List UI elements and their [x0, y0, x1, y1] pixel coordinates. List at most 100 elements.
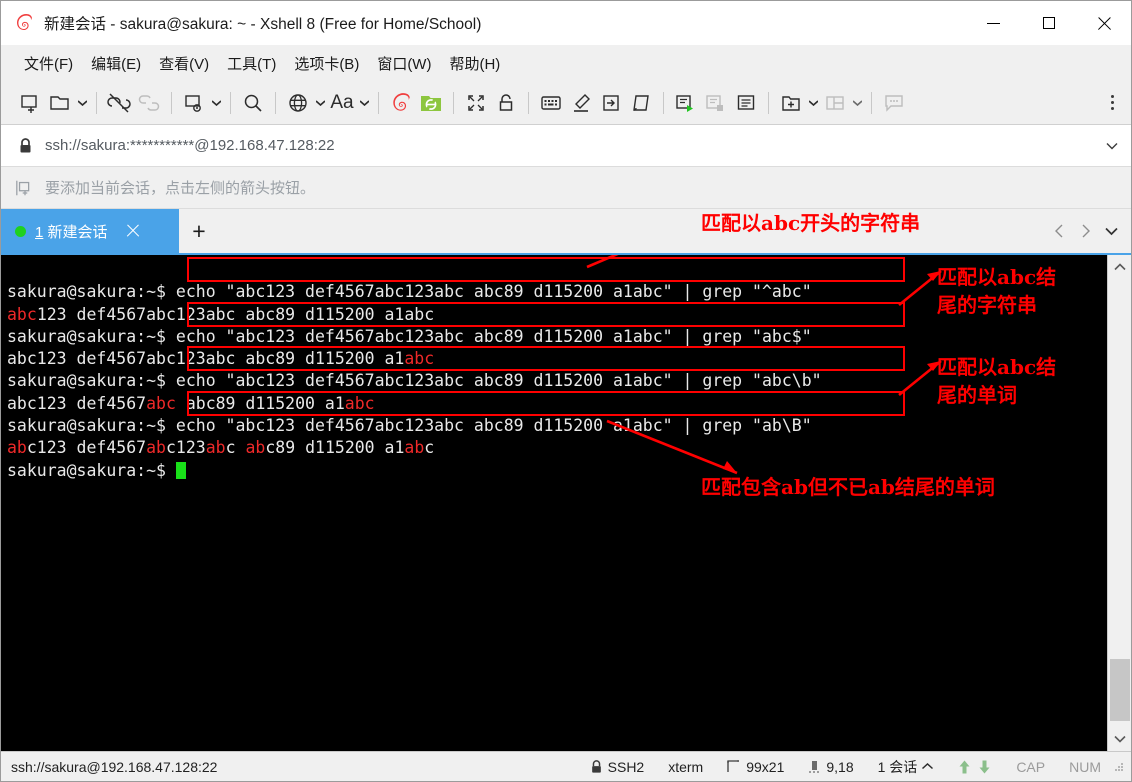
resize-grip-icon[interactable] — [1113, 761, 1125, 773]
run-script-button[interactable] — [671, 86, 701, 120]
stop-script-button[interactable] — [701, 86, 731, 120]
send-key-icon — [603, 94, 619, 111]
disconnect-button[interactable] — [104, 86, 134, 120]
scrollbar-thumb[interactable] — [1109, 659, 1130, 721]
toolbar-overflow-button[interactable] — [1099, 86, 1125, 120]
terminal-command: echo "abc123 def4567abc123abc abc89 d115… — [175, 416, 812, 436]
find-button[interactable] — [238, 86, 268, 120]
toolbar-separator — [453, 91, 454, 114]
status-num-lock: NUM — [1057, 759, 1113, 775]
add-session-hint-bar: 要添加当前会话，点击左侧的箭头按钮。 — [1, 167, 1131, 209]
toolbar-separator — [528, 91, 529, 114]
font-size-dropdown[interactable] — [357, 99, 371, 106]
connected-dot-icon — [15, 225, 26, 237]
maximize-icon — [1042, 17, 1055, 29]
menu-tab[interactable]: 选项卡(B) — [285, 49, 368, 78]
menu-help[interactable]: 帮助(H) — [440, 49, 509, 78]
fullscreen-icon — [468, 94, 484, 111]
status-terminal-type: xterm — [656, 759, 715, 775]
new-session-button[interactable] — [15, 86, 45, 120]
output-text: c123 def4567 — [26, 438, 147, 458]
output-text: c — [424, 438, 435, 458]
arrow-down-icon — [979, 760, 990, 773]
kebab-menu-icon — [1110, 101, 1114, 104]
chevron-left-icon — [1054, 224, 1062, 238]
reconnect-button[interactable] — [134, 86, 164, 120]
toolbar-separator — [230, 91, 231, 114]
add-tab-button[interactable] — [776, 86, 806, 120]
tab-close-icon[interactable] — [124, 222, 142, 240]
font-size-button[interactable]: Aa — [327, 86, 357, 120]
terminal-line: abc123 def4567abc123abc abc89 d115200 a1… — [7, 305, 434, 324]
split-layout-button[interactable] — [820, 86, 850, 120]
output-text: c89 d115200 a1 — [265, 438, 405, 458]
scroll-down-button[interactable] — [1108, 727, 1132, 751]
xshell-button[interactable] — [386, 86, 416, 120]
tab-prev-button[interactable] — [1047, 218, 1071, 244]
new-session-icon — [21, 94, 37, 113]
lock-button[interactable] — [491, 86, 521, 120]
address-dropdown-button[interactable] — [1099, 131, 1125, 161]
highlight-button[interactable] — [566, 86, 596, 120]
annotation-contains-ab-not-ending: 匹配包含ab但不已ab结尾的单词 — [701, 475, 995, 499]
menu-file[interactable]: 文件(F) — [15, 49, 82, 78]
open-session-button[interactable] — [45, 86, 75, 120]
run-script-icon — [676, 94, 693, 112]
new-tab-button[interactable]: + — [179, 209, 219, 253]
terminal-line: sakura@sakura:~$ echo "abc123 def4567abc… — [7, 371, 822, 390]
menu-view[interactable]: 查看(V) — [150, 49, 218, 78]
split-layout-dropdown[interactable] — [850, 99, 864, 106]
session-properties-button[interactable] — [179, 86, 209, 120]
tab-next-button[interactable] — [1073, 218, 1097, 244]
status-num-text: NUM — [1069, 758, 1101, 775]
terminal-line: abc123 def4567abc abc89 d115200 a1abc — [7, 394, 375, 413]
toolbar-separator — [171, 91, 172, 114]
close-button[interactable] — [1076, 1, 1131, 45]
status-bar: ssh://sakura@192.168.47.128:22 SSH2 xter… — [1, 751, 1131, 781]
output-text: c123 — [165, 438, 206, 458]
terminal-line: abc123 def4567abc123abc abc89 d115200 a1… — [7, 349, 434, 368]
terminal-command: echo "abc123 def4567abc123abc abc89 d115… — [175, 326, 812, 346]
window-title: 新建会话 - sakura@sakura: ~ - Xshell 8 (Free… — [44, 16, 482, 33]
log-button[interactable] — [731, 86, 761, 120]
menu-window[interactable]: 窗口(W) — [368, 49, 440, 78]
fullscreen-button[interactable] — [461, 86, 491, 120]
keyboard-button[interactable] — [536, 86, 566, 120]
send-key-button[interactable] — [596, 86, 626, 120]
terminal-scrollbar[interactable] — [1107, 255, 1131, 751]
add-tab-dropdown[interactable] — [806, 99, 820, 106]
encoding-button[interactable] — [283, 86, 313, 120]
tab-list-button[interactable] — [1099, 218, 1123, 244]
toolbar-separator — [663, 91, 664, 114]
paste-button[interactable] — [626, 86, 656, 120]
open-folder-icon — [50, 95, 69, 110]
session-properties-dropdown[interactable] — [209, 99, 223, 106]
chevron-down-icon — [315, 99, 325, 106]
menu-edit[interactable]: 编辑(E) — [82, 49, 150, 78]
tab-label: 1 新建会话 — [35, 221, 108, 242]
status-sessions[interactable]: 1 会话 — [866, 757, 946, 777]
status-caps-text: CAP — [1016, 758, 1046, 775]
chevron-right-icon — [1082, 224, 1090, 238]
address-bar[interactable]: ssh://sakura:***********@192.168.47.128:… — [1, 125, 1131, 167]
address-input[interactable]: ssh://sakura:***********@192.168.47.128:… — [45, 137, 1099, 154]
disconnect-icon — [107, 92, 131, 113]
scrollbar-track[interactable] — [1108, 279, 1132, 727]
compose-bar-button[interactable] — [879, 86, 909, 120]
output-text: abc123 def4567 — [7, 393, 147, 413]
globe-encoding-icon — [289, 93, 307, 112]
tab-bar-controls — [1047, 209, 1131, 253]
tab-new-session[interactable]: 1 新建会话 — [1, 209, 179, 253]
terminal-screen[interactable]: sakura@sakura:~$ echo "abc123 def4567abc… — [1, 255, 1107, 751]
menu-bar: 文件(F) 编辑(E) 查看(V) 工具(T) 选项卡(B) 窗口(W) 帮助(… — [1, 45, 1131, 81]
xshell-logo-icon — [13, 12, 35, 34]
stop-script-icon — [706, 94, 723, 111]
open-session-dropdown[interactable] — [75, 99, 89, 106]
menu-tools[interactable]: 工具(T) — [218, 49, 285, 78]
scroll-up-button[interactable] — [1108, 255, 1132, 279]
xftp-button[interactable] — [416, 86, 446, 120]
maximize-button[interactable] — [1021, 1, 1076, 45]
terminal-cursor — [175, 461, 186, 479]
encoding-dropdown[interactable] — [313, 99, 327, 106]
minimize-button[interactable] — [966, 1, 1021, 45]
